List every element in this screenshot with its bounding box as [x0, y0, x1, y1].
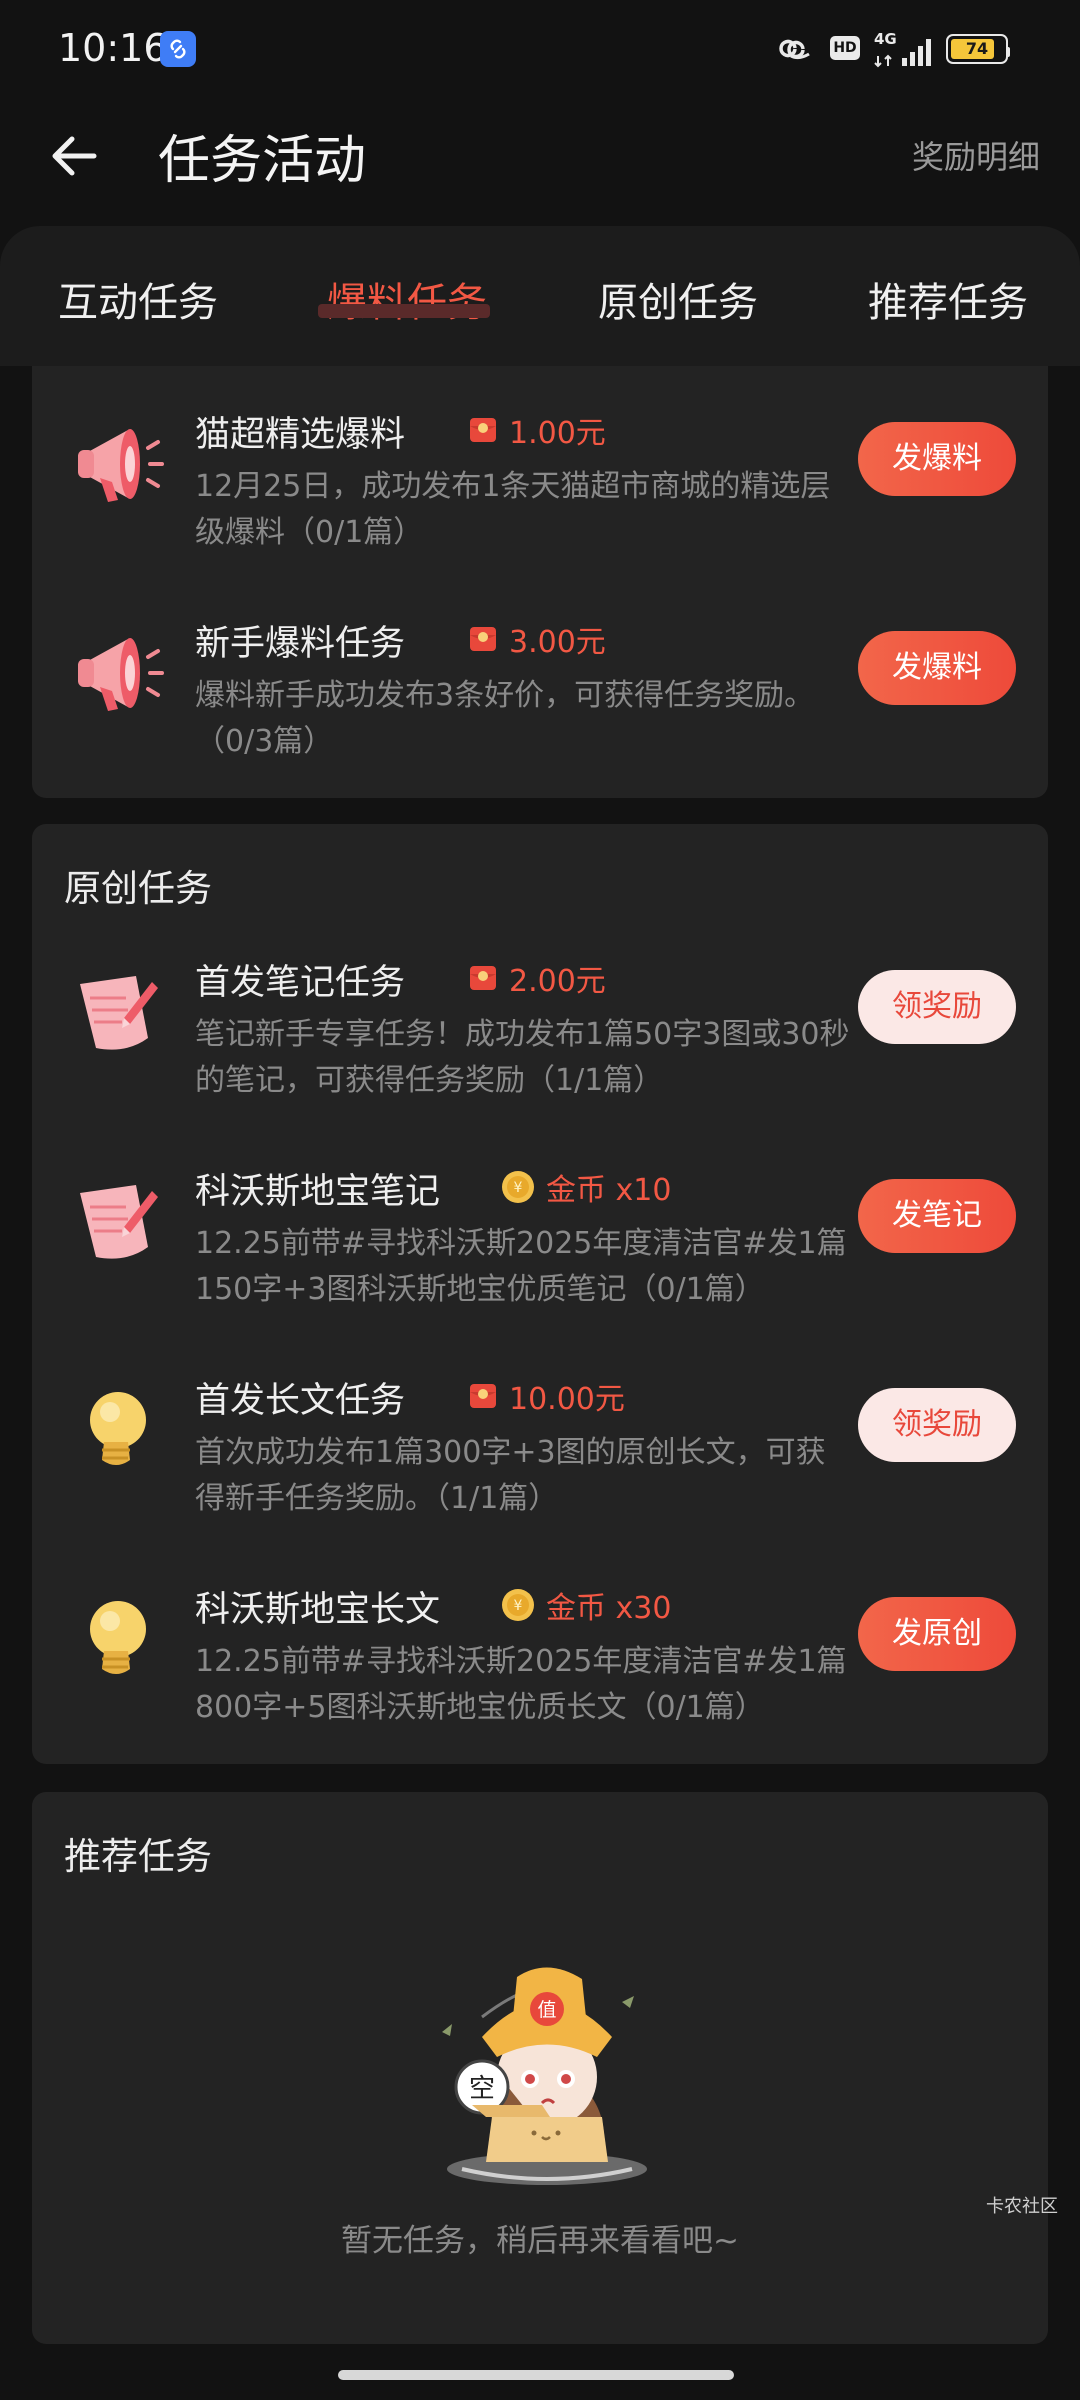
baoliao-task-card: 猫超精选爆料 1.00元 12月25日，成功发布1条天猫超市商城的精选层级爆料（… — [32, 366, 1048, 798]
task-name: 首发长文任务 — [195, 1381, 406, 1421]
gold-coin-icon: ¥ — [502, 1589, 534, 1621]
task-reward: 2.00元 — [467, 958, 606, 999]
megaphone-icon — [78, 429, 164, 502]
claim-reward-button[interactable]: 领奖励 — [858, 1388, 1016, 1462]
task-description: 首次成功发布1篇300字+3图的原创长文，可获得新手任务奖励。（1/1篇） — [195, 1435, 826, 1516]
task-reward: ¥ 金币 x10 — [500, 1167, 672, 1208]
post-original-button[interactable]: 发原创 — [858, 1597, 1016, 1671]
task-item: 科沃斯地宝笔记 ¥ 金币 x10 12.25前带#寻找科沃斯2025年度清洁官#… — [32, 1163, 1048, 1363]
section-title: 推荐任务 — [64, 1835, 212, 1878]
battery-cap — [1006, 47, 1010, 57]
gold-coin-icon: ¥ — [502, 1171, 534, 1203]
post-baoliao-button[interactable]: 发爆料 — [858, 422, 1016, 496]
link-icon — [779, 39, 810, 60]
notepad-icon — [80, 1185, 158, 1259]
battery-icon: 74 — [946, 34, 1010, 64]
red-envelope-icon — [470, 1384, 496, 1408]
reward-amount: 10.00元 — [509, 1382, 625, 1417]
task-item: 新手爆料任务 3.00元 爆料新手成功发布3条好价，可获得任务奖励。（0/3篇）… — [32, 615, 1048, 815]
task-name: 科沃斯地宝笔记 — [195, 1172, 441, 1212]
red-envelope-icon — [470, 627, 496, 651]
task-item: 首发长文任务 10.00元 首次成功发布1篇300字+3图的原创长文，可获得新手… — [32, 1372, 1048, 1572]
task-reward: ¥ 金币 x30 — [500, 1585, 672, 1626]
watermark: 卡农社区 — [986, 2196, 1058, 2217]
notepad-icon — [80, 976, 158, 1050]
mascot-hat-label: 值 — [537, 1999, 556, 2021]
red-envelope-icon — [470, 966, 496, 990]
reward-detail-link[interactable]: 奖励明细 — [912, 132, 1040, 178]
megaphone-icon — [78, 638, 164, 711]
reward-amount: 3.00元 — [509, 625, 606, 660]
task-name: 科沃斯地宝长文 — [195, 1590, 441, 1630]
section-title: 原创任务 — [64, 867, 212, 910]
recommend-task-card: 推荐任务 值 空 暂无任务，稍后再来看看吧~ — [32, 1792, 1048, 2344]
task-description: 爆料新手成功发布3条好价，可获得任务奖励。（0/3篇） — [195, 678, 815, 759]
task-reward: 1.00元 — [467, 410, 606, 451]
battery-level: 74 — [965, 39, 989, 58]
empty-state-text: 暂无任务，稍后再来看看吧~ — [341, 2223, 739, 2259]
active-tab-indicator — [318, 304, 490, 318]
task-name: 首发笔记任务 — [195, 963, 406, 1003]
hd-badge: HD — [830, 36, 860, 60]
app-notification-icon — [160, 31, 196, 67]
reward-amount: 1.00元 — [509, 416, 606, 451]
mascot-speech-label: 空 — [469, 2074, 495, 2104]
task-item: 猫超精选爆料 1.00元 12月25日，成功发布1条天猫超市商城的精选层级爆料（… — [32, 406, 1048, 606]
tab-original[interactable]: 原创任务 — [598, 270, 758, 328]
svg-text:¥: ¥ — [514, 1598, 523, 1614]
lightbulb-icon — [90, 1392, 146, 1465]
status-bar: 10:16 HD 4G 74 — [0, 0, 1080, 96]
empty-state-mascot-illustration: 值 空 — [442, 1967, 647, 2185]
tab-recommend[interactable]: 推荐任务 — [868, 270, 1028, 328]
post-note-button[interactable]: 发笔记 — [858, 1179, 1016, 1253]
header: 任务活动 奖励明细 — [0, 96, 1080, 206]
task-description: 笔记新手专享任务！成功发布1篇50字3图或30秒的笔记，可获得任务奖励（1/1篇… — [195, 1017, 850, 1098]
task-name: 新手爆料任务 — [195, 624, 406, 664]
home-indicator[interactable] — [338, 2370, 734, 2380]
task-reward: 3.00元 — [467, 619, 606, 660]
tab-interaction[interactable]: 互动任务 — [58, 270, 218, 328]
back-arrow-icon — [52, 136, 97, 176]
tab-bar: 互动任务 爆料任务 原创任务 推荐任务 — [0, 226, 1080, 366]
red-envelope-icon — [470, 418, 496, 442]
reward-amount: 2.00元 — [509, 964, 606, 999]
task-description: 12.25前带#寻找科沃斯2025年度清洁官#发1篇800字+5图科沃斯地宝优质… — [195, 1644, 847, 1725]
lightbulb-icon — [90, 1601, 146, 1674]
task-reward: 10.00元 — [467, 1376, 625, 1417]
task-item: 科沃斯地宝长文 ¥ 金币 x30 12.25前带#寻找科沃斯2025年度清洁官#… — [32, 1581, 1048, 1781]
task-name: 猫超精选爆料 — [195, 415, 406, 455]
back-button[interactable] — [44, 126, 104, 186]
task-description: 12月25日，成功发布1条天猫超市商城的精选层级爆料（0/1篇） — [195, 469, 831, 550]
page-title: 任务活动 — [158, 131, 367, 191]
reward-amount: 金币 x30 — [546, 1591, 672, 1626]
status-time: 10:16 — [58, 26, 168, 70]
original-task-card: 原创任务 首发笔记任务 2.00元 笔记新手专享任务！成功发布1篇50字3图或3… — [32, 824, 1048, 1764]
task-item: 首发笔记任务 2.00元 笔记新手专享任务！成功发布1篇50字3图或30秒的笔记… — [32, 954, 1048, 1154]
tab-baoliao[interactable]: 爆料任务 — [327, 270, 487, 328]
task-description: 12.25前带#寻找科沃斯2025年度清洁官#发1篇150字+3图科沃斯地宝优质… — [195, 1226, 847, 1307]
svg-text:¥: ¥ — [514, 1180, 523, 1196]
reward-amount: 金币 x10 — [546, 1173, 672, 1208]
signal-icon — [874, 39, 931, 68]
claim-reward-button[interactable]: 领奖励 — [858, 970, 1016, 1044]
post-baoliao-button[interactable]: 发爆料 — [858, 631, 1016, 705]
